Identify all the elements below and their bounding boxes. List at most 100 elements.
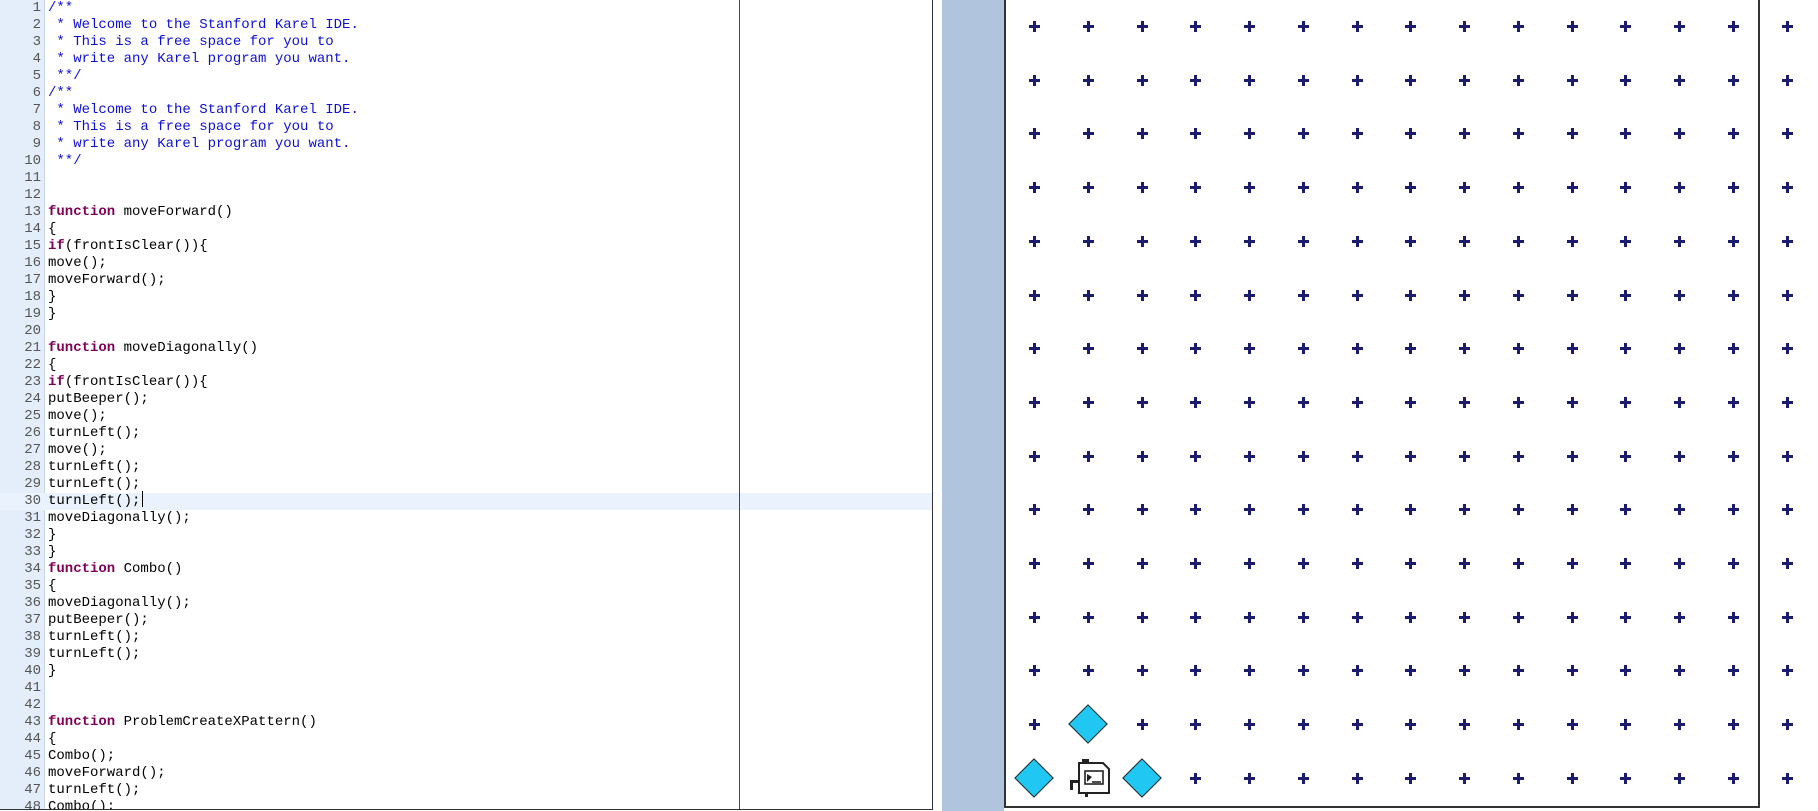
corner-marker — [1620, 21, 1632, 32]
corner-marker — [1459, 74, 1470, 86]
code-lines[interactable]: 1/** 2 * Welcome to the Stanford Karel ID… — [0, 0, 932, 809]
code-line[interactable]: 35 { — [0, 578, 932, 595]
corner-marker — [1674, 21, 1685, 32]
code-keyword: if — [48, 238, 65, 254]
corner-marker — [1674, 719, 1685, 731]
code-line[interactable]: 4 * write any Karel program you want. — [0, 51, 932, 68]
corner-marker — [1136, 74, 1148, 86]
code-line[interactable]: 8 * This is a free space for you to — [0, 119, 932, 136]
code-line[interactable]: 29 turnLeft(); — [0, 476, 932, 493]
code-line[interactable]: 23 if(frontIsClear()){ — [0, 374, 932, 391]
corner-marker — [1781, 719, 1793, 731]
line-number: 35 — [24, 578, 41, 594]
corner-marker — [1351, 450, 1363, 462]
corner-marker — [1405, 343, 1417, 355]
code-line[interactable]: 36 moveDiagonally(); — [0, 595, 932, 612]
code-editor[interactable]: 1/** 2 * Welcome to the Stanford Karel ID… — [0, 0, 933, 810]
code-line[interactable]: 44 { — [0, 731, 932, 748]
code-line[interactable]: 19} — [0, 306, 932, 323]
corner-marker — [1512, 128, 1524, 140]
code-line[interactable]: 48 Combo(); — [0, 799, 932, 809]
corner-marker — [1190, 396, 1202, 408]
code-line[interactable]: 1 /** — [0, 0, 932, 17]
corner-marker — [1190, 504, 1202, 516]
corner-marker — [1459, 343, 1470, 355]
code-line[interactable]: 21 function moveDiagonally() — [0, 340, 932, 357]
code-line[interactable]: 12 — [0, 187, 932, 204]
corner-marker — [1351, 772, 1363, 784]
corner-marker — [1351, 504, 1363, 516]
corner-marker — [1512, 21, 1524, 32]
code-line[interactable]: 42 — [0, 697, 932, 714]
corner-marker — [1512, 450, 1524, 462]
code-text: moveDiagonally(); — [48, 510, 191, 526]
line-number: 29 — [24, 476, 41, 492]
code-line[interactable]: 13 function moveForward() — [0, 204, 932, 221]
code-line[interactable]: 2 * Welcome to the Stanford Karel IDE. — [0, 17, 932, 34]
corner-marker — [1781, 665, 1793, 677]
code-line[interactable]: 7 * Welcome to the Stanford Karel IDE. — [0, 102, 932, 119]
code-line[interactable]: 41 — [0, 680, 932, 697]
corner-marker — [1029, 289, 1040, 301]
code-line[interactable]: 32} — [0, 527, 932, 544]
corner-marker — [1405, 235, 1417, 247]
code-comment: * write any Karel program you want. — [48, 136, 351, 152]
code-line[interactable]: 20 — [0, 323, 932, 340]
code-line[interactable]: 24 putBeeper(); — [0, 391, 932, 408]
code-text: move(); — [48, 442, 107, 458]
code-line[interactable]: 17 moveForward(); — [0, 272, 932, 289]
code-line[interactable]: 18} — [0, 289, 932, 306]
code-line[interactable]: 11 — [0, 170, 932, 187]
karel-ide: 1/** 2 * Welcome to the Stanford Karel ID… — [0, 0, 1818, 811]
corner-marker — [1244, 128, 1255, 140]
code-line[interactable]: 25 move(); — [0, 408, 932, 425]
corner-marker — [1136, 343, 1148, 355]
code-line[interactable]: 6 /** — [0, 85, 932, 102]
corner-marker — [1244, 289, 1255, 301]
code-line[interactable]: 40} — [0, 663, 932, 680]
code-line[interactable]: 43 function ProblemCreateXPattern() — [0, 714, 932, 731]
code-text: } — [48, 527, 57, 543]
code-line[interactable]: 26 turnLeft(); — [0, 425, 932, 442]
line-number: 12 — [24, 187, 41, 203]
code-line[interactable]: 37 putBeeper(); — [0, 612, 932, 629]
code-line[interactable]: 9 * write any Karel program you want. — [0, 136, 932, 153]
code-line[interactable]: 22 { — [0, 357, 932, 374]
corner-marker — [1029, 719, 1040, 731]
code-line[interactable]: 47 turnLeft(); — [0, 782, 932, 799]
code-line[interactable]: 10 **/ — [0, 153, 932, 170]
line-number: 10 — [24, 153, 41, 169]
corner-marker — [1566, 343, 1578, 355]
code-line[interactable]: 16 move(); — [0, 255, 932, 272]
corner-marker — [1351, 235, 1363, 247]
code-line[interactable]: 15 if(frontIsClear()){ — [0, 238, 932, 255]
code-text: { — [48, 221, 57, 237]
code-line[interactable]: 28 turnLeft(); — [0, 459, 932, 476]
code-line[interactable]: 31 moveDiagonally(); — [0, 510, 932, 527]
corner-marker — [1297, 665, 1309, 677]
code-line[interactable]: 30 turnLeft(); — [0, 493, 932, 510]
corner-marker — [1674, 74, 1685, 86]
corner-marker — [1459, 450, 1470, 462]
code-line[interactable]: 27 move(); — [0, 442, 932, 459]
code-line[interactable]: 14 { — [0, 221, 932, 238]
code-text: move(); — [48, 408, 107, 424]
corner-marker — [1459, 719, 1470, 731]
code-line[interactable]: 34 function Combo() — [0, 561, 932, 578]
corner-marker — [1190, 343, 1202, 355]
code-line[interactable]: 45 Combo(); — [0, 748, 932, 765]
code-line[interactable]: 38 turnLeft(); — [0, 629, 932, 646]
corner-marker — [1136, 611, 1148, 623]
corner-marker — [1674, 611, 1685, 623]
code-line[interactable]: 46 moveForward(); — [0, 765, 932, 782]
code-text: turnLeft(); — [48, 476, 141, 492]
code-text: function moveDiagonally() — [48, 340, 258, 357]
corner-marker — [1512, 504, 1524, 516]
corner-marker — [1512, 396, 1524, 408]
code-line[interactable]: 5 **/ — [0, 68, 932, 85]
code-line[interactable]: 3 * This is a free space for you to — [0, 34, 932, 51]
code-line[interactable]: 33} — [0, 544, 932, 561]
karel-world-canvas[interactable] — [1004, 0, 1793, 808]
code-line[interactable]: 39 turnLeft(); — [0, 646, 932, 663]
corner-marker — [1190, 182, 1202, 194]
